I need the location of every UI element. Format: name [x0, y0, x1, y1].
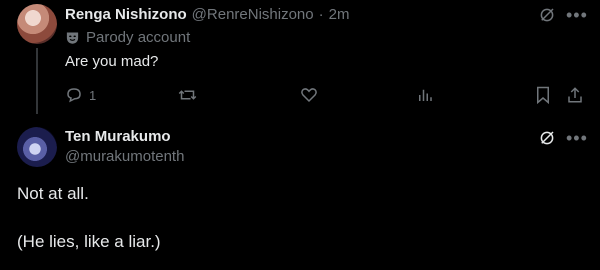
reply-count: 1: [89, 87, 97, 103]
bookmark-icon[interactable]: [535, 86, 551, 104]
avatar[interactable]: [17, 127, 57, 167]
tweet-header: Renga Nishizono @RenreNishizono · 2m: [65, 6, 349, 23]
thread-line: [36, 48, 38, 114]
handle[interactable]: @murakumotenth: [65, 148, 184, 165]
handle[interactable]: @RenreNishizono: [192, 6, 314, 23]
tweet-text: Are you mad?: [65, 53, 159, 70]
heart-icon[interactable]: [300, 86, 318, 104]
timestamp[interactable]: 2m: [329, 6, 350, 23]
time-separator: ·: [318, 6, 324, 23]
retweet-icon[interactable]: [178, 86, 197, 104]
reply-button[interactable]: 1: [65, 86, 96, 104]
share-icon[interactable]: [566, 86, 584, 104]
grok-icon[interactable]: [538, 129, 556, 147]
mask-icon: [65, 30, 80, 45]
display-name[interactable]: Ten Murakumo: [65, 128, 171, 145]
parody-label-text: Parody account: [86, 29, 191, 46]
grok-icon[interactable]: [538, 6, 556, 24]
avatar[interactable]: [17, 4, 57, 44]
tweet-text-line-1: Not at all.: [17, 184, 89, 203]
display-name[interactable]: Renga Nishizono: [65, 6, 187, 23]
tweet-text-line-2: (He lies, like a liar.): [17, 232, 161, 251]
views-icon[interactable]: [416, 86, 434, 104]
more-icon[interactable]: •••: [566, 6, 588, 24]
parody-label: Parody account: [65, 29, 190, 46]
more-icon[interactable]: •••: [566, 129, 588, 147]
reply-icon: [65, 86, 83, 104]
